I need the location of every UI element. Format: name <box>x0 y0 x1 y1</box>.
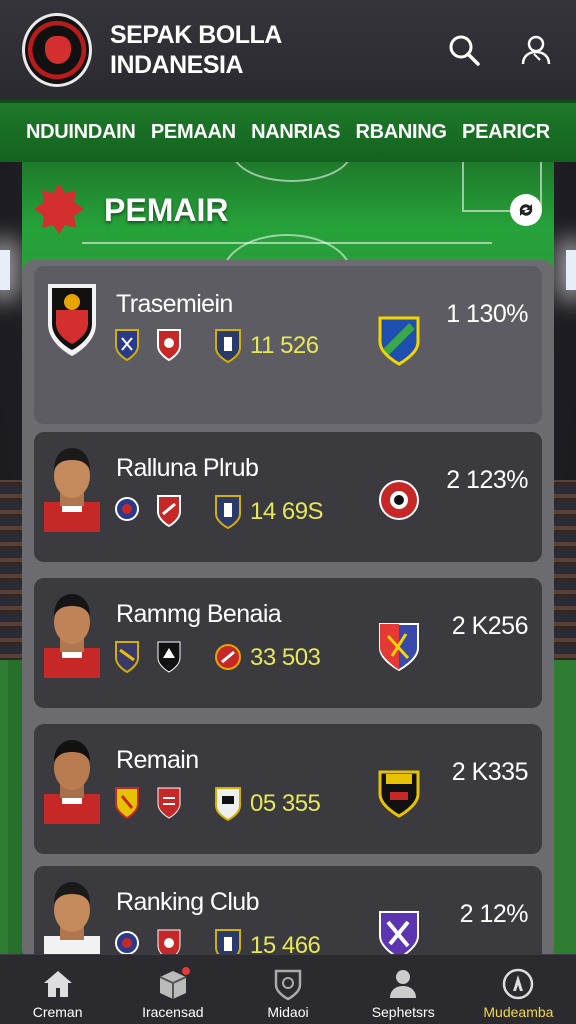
app-title: SEPAK BOLLA INDANESIA <box>110 21 282 79</box>
tab-nduindain[interactable]: NDUINDAIN <box>26 121 136 144</box>
list-item[interactable]: Trasemiein 11 526 1 130% <box>34 266 542 424</box>
player-stat: 11 526 <box>250 332 319 359</box>
player-name: Remain <box>116 746 199 774</box>
player-stat: 05 355 <box>250 790 321 817</box>
shield-icon <box>157 641 181 673</box>
shield-icon <box>115 329 139 362</box>
shield-icon <box>215 329 241 364</box>
shield-icon <box>215 787 241 822</box>
tab-pemaan[interactable]: PEMAAN <box>151 121 236 144</box>
refresh-icon[interactable] <box>510 194 542 226</box>
player-rank: 2 123% <box>446 466 528 494</box>
bottom-nav-label: Midaoi <box>267 1004 309 1020</box>
shield-icon <box>272 964 304 1004</box>
club-crest-icon <box>48 284 96 356</box>
shield-icon <box>115 497 139 521</box>
app-logo <box>22 13 92 87</box>
shield-icon <box>157 787 181 819</box>
star-badge-icon <box>34 184 84 234</box>
shield-icon <box>115 787 139 820</box>
club-icon <box>379 623 419 672</box>
shield-icon <box>215 644 241 670</box>
shield-icon <box>157 329 181 362</box>
floodlight-right <box>566 250 576 290</box>
tab-pearicr[interactable]: PEARICR <box>462 121 550 144</box>
bottom-nav-label: Iracensad <box>142 1004 204 1020</box>
player-photo <box>44 448 100 532</box>
search-icon[interactable] <box>446 32 482 68</box>
category-tabs: NDUINDAIN PEMAAN NANRIAS RBANING PEARICR <box>0 100 576 162</box>
bottom-nav-sephetsrs[interactable]: Sephetsrs <box>346 955 461 1024</box>
player-rank: 1 130% <box>446 300 528 328</box>
bottom-nav-label: Creman <box>32 1004 83 1020</box>
bottom-nav-midaoi[interactable]: Midaoi <box>230 955 345 1024</box>
section-title: PEMAIR <box>104 192 229 228</box>
section-header: PEMAIR <box>22 162 554 272</box>
player-stat: 33 503 <box>250 644 321 671</box>
club-icon <box>379 911 419 960</box>
player-name: Ranking Club <box>116 888 259 916</box>
person-icon <box>388 964 418 1004</box>
list-item[interactable]: Remain 05 355 2 K335 <box>34 724 542 854</box>
player-stat: 14 69S <box>250 498 324 525</box>
bottom-nav-mudeamba[interactable]: Mudeamba <box>461 955 576 1024</box>
player-rank: 2 12% <box>459 900 529 928</box>
player-photo <box>44 740 100 824</box>
list-item[interactable]: Ralluna Plrub 14 69S 2 123% <box>34 432 542 562</box>
player-rank: 2 K256 <box>451 612 529 640</box>
home-icon <box>42 964 74 1004</box>
app-header: SEPAK BOLLA INDANESIA <box>0 0 576 100</box>
shield-icon <box>215 495 241 530</box>
user-icon[interactable] <box>518 32 554 68</box>
tab-rbaning[interactable]: RBANING <box>355 121 447 144</box>
player-name: Ralluna Plrub <box>116 454 259 482</box>
list-item[interactable]: Rammg Benaia 33 503 2 K256 <box>34 578 542 708</box>
bottom-nav-creman[interactable]: Creman <box>0 955 115 1024</box>
player-name: Trasemiein <box>116 290 233 318</box>
bottom-nav-label: Mudeamba <box>483 1004 554 1020</box>
player-list: Trasemiein 11 526 1 130% Ralluna Plrub 1… <box>22 260 554 960</box>
player-photo <box>44 594 100 678</box>
club-icon <box>379 480 419 520</box>
club-icon <box>378 770 420 818</box>
shield-icon <box>157 495 181 528</box>
floodlight-left <box>0 250 10 290</box>
tab-nanrias[interactable]: NANRIAS <box>251 121 340 144</box>
shield-icon <box>115 641 139 674</box>
bottom-nav-label: Sephetsrs <box>371 1004 435 1020</box>
bottom-nav: Creman Iracensad Midaoi Sephetsrs Mudeam… <box>0 954 576 1024</box>
box-icon <box>156 964 190 1004</box>
list-item[interactable]: Ranking Club 15 466 2 12% <box>34 866 542 960</box>
player-rank: 2 K335 <box>451 758 529 786</box>
bottom-nav-iracensad[interactable]: Iracensad <box>115 955 230 1024</box>
compass-icon <box>501 964 535 1004</box>
player-name: Rammg Benaia <box>116 600 282 628</box>
club-icon <box>378 316 420 366</box>
player-photo <box>44 882 100 960</box>
